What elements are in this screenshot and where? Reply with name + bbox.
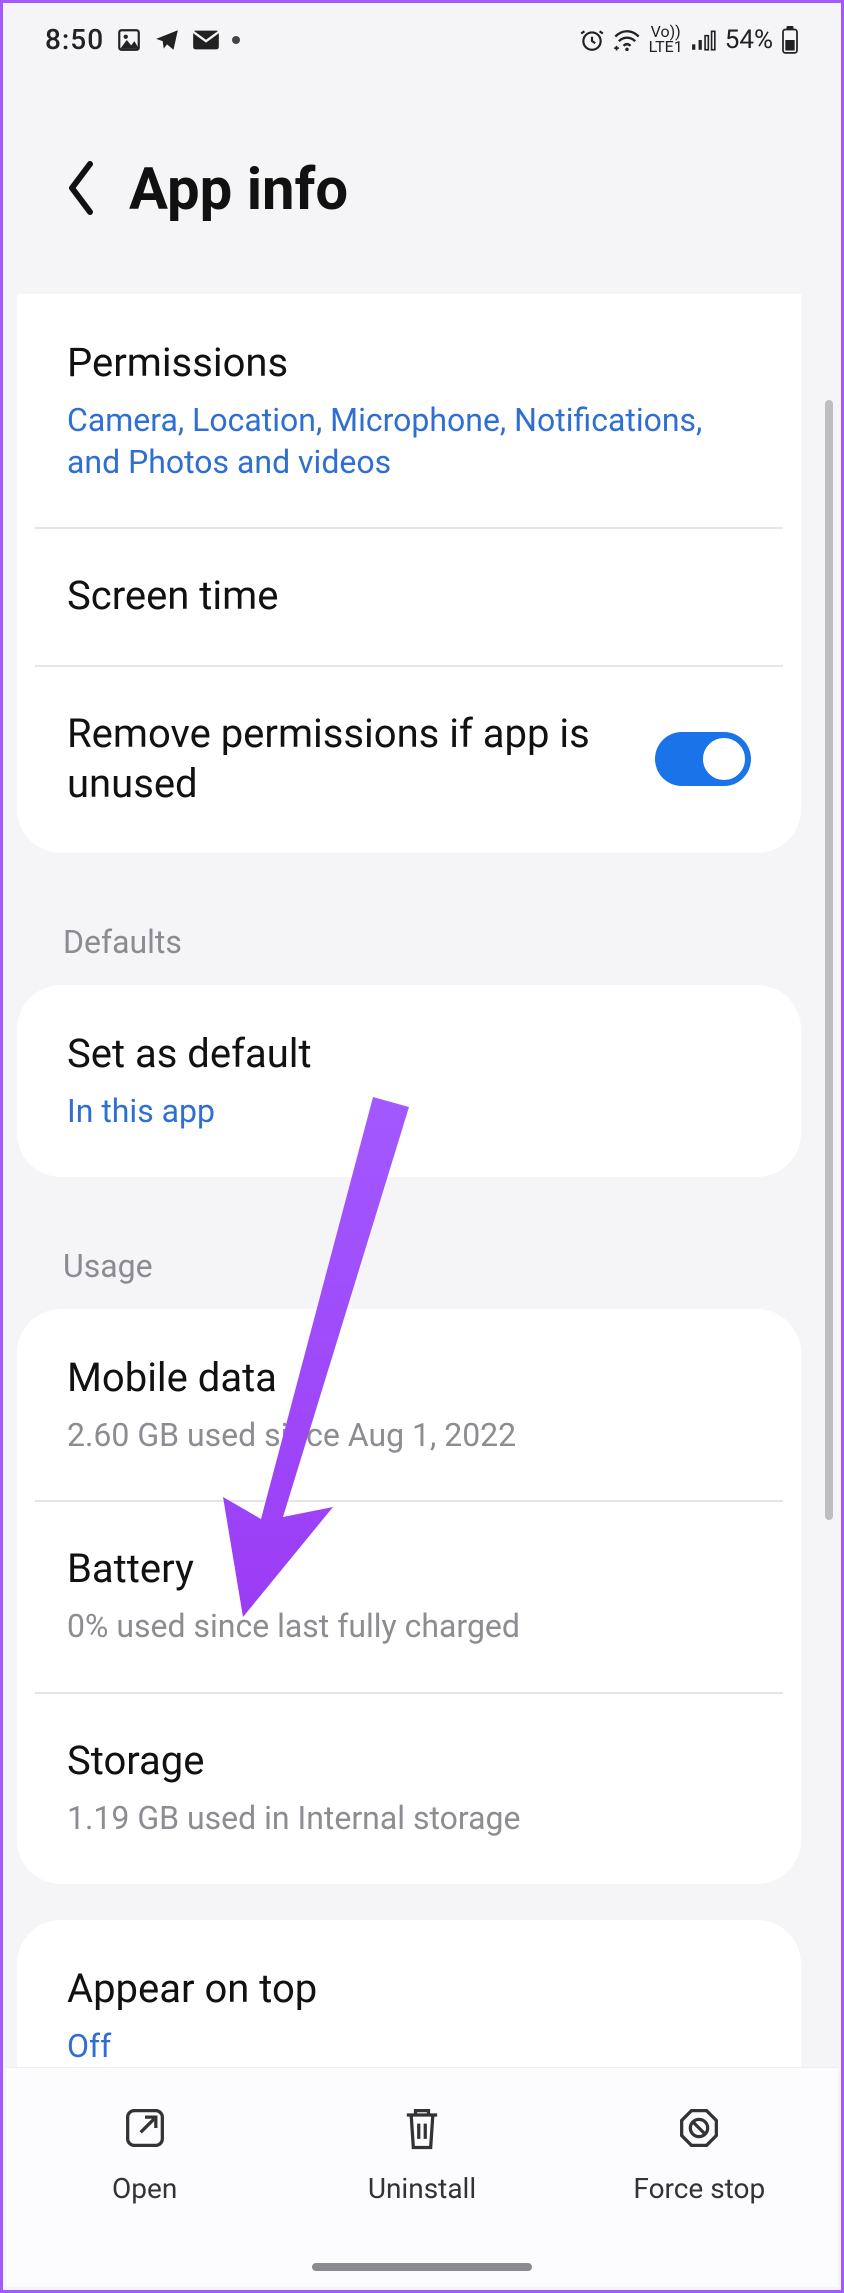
row-battery[interactable]: Battery 0% used since last fully charged <box>17 1500 801 1692</box>
clock-text: 8:50 <box>45 23 104 56</box>
row-set-as-default[interactable]: Set as default In this app <box>17 985 801 1177</box>
remove-permissions-label: Remove permissions if app is unused <box>67 709 625 809</box>
battery-percent: 54% <box>725 25 773 55</box>
appear-on-top-value: Off <box>67 2026 751 2068</box>
row-permissions[interactable]: Permissions Camera, Location, Microphone… <box>17 294 801 527</box>
storage-label: Storage <box>67 1736 751 1786</box>
set-default-value: In this app <box>67 1091 751 1133</box>
mobile-data-value: 2.60 GB used since Aug 1, 2022 <box>67 1415 751 1457</box>
mail-icon <box>192 29 220 51</box>
gesture-nav-pill[interactable] <box>312 2263 532 2271</box>
permissions-label: Permissions <box>67 338 751 388</box>
back-icon[interactable] <box>61 158 101 222</box>
section-usage: Usage <box>3 1213 815 1309</box>
card-usage: Mobile data 2.60 GB used since Aug 1, 20… <box>17 1309 801 1884</box>
telegram-icon <box>154 27 180 53</box>
set-default-label: Set as default <box>67 1029 751 1079</box>
row-storage[interactable]: Storage 1.19 GB used in Internal storage <box>17 1692 801 1884</box>
remove-permissions-toggle[interactable] <box>655 732 751 786</box>
status-left: 8:50 <box>45 23 240 56</box>
more-notifications-dot-icon <box>232 36 240 44</box>
picture-icon <box>116 27 142 53</box>
trash-icon <box>396 2102 448 2158</box>
scroll-indicator[interactable] <box>825 400 833 1520</box>
battery-icon <box>781 26 799 54</box>
card-app-settings: Permissions Camera, Location, Microphone… <box>17 294 801 853</box>
mobile-data-label: Mobile data <box>67 1353 751 1403</box>
force-stop-label: Force stop <box>633 2172 765 2205</box>
force-stop-button[interactable]: Force stop <box>562 2102 837 2205</box>
action-bar: Open Uninstall Force stop <box>6 2067 838 2287</box>
appear-on-top-label: Appear on top <box>67 1964 751 2014</box>
row-remove-permissions[interactable]: Remove permissions if app is unused <box>17 665 801 853</box>
uninstall-button[interactable]: Uninstall <box>285 2102 560 2205</box>
open-icon <box>119 2102 171 2158</box>
page-header: App info <box>3 66 841 294</box>
card-defaults: Set as default In this app <box>17 985 801 1177</box>
status-right: Vo)) LTE1 54% <box>579 25 799 55</box>
row-mobile-data[interactable]: Mobile data 2.60 GB used since Aug 1, 20… <box>17 1309 801 1501</box>
uninstall-label: Uninstall <box>368 2172 476 2205</box>
page-title: App info <box>129 156 348 224</box>
volte-indicator: Vo)) LTE1 <box>649 25 683 54</box>
volte-bot: LTE1 <box>649 40 683 54</box>
status-bar: 8:50 Vo)) LTE1 54% <box>3 3 841 66</box>
alarm-icon <box>579 27 605 53</box>
signal-icon <box>691 29 717 51</box>
permissions-value: Camera, Location, Microphone, Notificati… <box>67 400 751 483</box>
row-screen-time[interactable]: Screen time <box>17 527 801 665</box>
screen-time-label: Screen time <box>67 571 751 621</box>
storage-value: 1.19 GB used in Internal storage <box>67 1798 751 1840</box>
battery-label: Battery <box>67 1544 751 1594</box>
open-label: Open <box>112 2172 177 2205</box>
battery-value: 0% used since last fully charged <box>67 1606 751 1648</box>
open-button[interactable]: Open <box>7 2102 282 2205</box>
force-stop-icon <box>673 2102 725 2158</box>
section-defaults: Defaults <box>3 889 815 985</box>
wifi-icon <box>613 29 641 51</box>
